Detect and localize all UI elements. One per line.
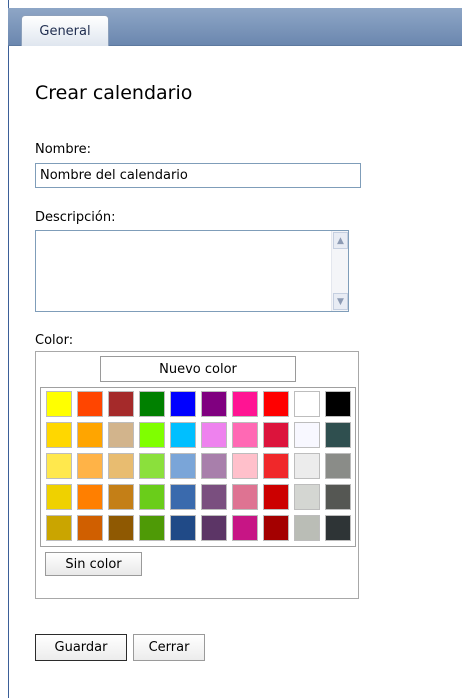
page-title: Crear calendario <box>35 82 193 104</box>
color-swatch[interactable] <box>170 453 196 479</box>
color-swatch[interactable] <box>170 515 196 541</box>
color-swatch[interactable] <box>77 391 103 417</box>
color-swatch[interactable] <box>139 391 165 417</box>
color-swatch[interactable] <box>294 484 320 510</box>
color-swatch[interactable] <box>77 484 103 510</box>
color-swatch[interactable] <box>325 391 351 417</box>
new-color-button[interactable]: Nuevo color <box>100 356 296 382</box>
color-label: Color: <box>35 333 74 348</box>
color-swatch[interactable] <box>325 484 351 510</box>
color-swatch[interactable] <box>294 422 320 448</box>
color-swatch[interactable] <box>139 515 165 541</box>
color-swatch[interactable] <box>201 484 227 510</box>
color-swatch[interactable] <box>170 391 196 417</box>
color-swatch[interactable] <box>201 515 227 541</box>
color-swatch[interactable] <box>139 453 165 479</box>
color-swatch[interactable] <box>108 515 134 541</box>
color-swatch[interactable] <box>232 422 258 448</box>
tab-general[interactable]: General <box>21 15 109 46</box>
color-swatch[interactable] <box>77 515 103 541</box>
color-picker: Nuevo color Sin color <box>35 351 359 599</box>
color-swatch[interactable] <box>139 422 165 448</box>
color-swatch[interactable] <box>294 515 320 541</box>
color-swatch[interactable] <box>325 453 351 479</box>
color-swatch[interactable] <box>201 422 227 448</box>
color-swatch[interactable] <box>325 422 351 448</box>
description-scrollbar[interactable]: ▲ ▼ <box>331 231 348 311</box>
color-swatch[interactable] <box>108 484 134 510</box>
color-swatch[interactable] <box>108 422 134 448</box>
calendar-name-input[interactable] <box>35 163 361 188</box>
description-label: Descripción: <box>35 210 116 225</box>
color-swatch[interactable] <box>108 391 134 417</box>
color-swatch[interactable] <box>263 484 289 510</box>
color-swatch[interactable] <box>201 391 227 417</box>
color-swatch[interactable] <box>201 453 227 479</box>
color-swatch[interactable] <box>139 484 165 510</box>
color-swatch[interactable] <box>108 453 134 479</box>
color-swatch[interactable] <box>232 391 258 417</box>
color-swatch[interactable] <box>77 453 103 479</box>
color-swatch[interactable] <box>46 391 72 417</box>
color-swatch[interactable] <box>232 453 258 479</box>
color-swatch[interactable] <box>46 422 72 448</box>
color-swatch[interactable] <box>46 484 72 510</box>
color-swatch[interactable] <box>170 422 196 448</box>
color-swatch[interactable] <box>77 422 103 448</box>
color-swatch[interactable] <box>46 515 72 541</box>
color-swatch[interactable] <box>294 391 320 417</box>
color-swatch[interactable] <box>263 453 289 479</box>
color-palette <box>40 387 356 547</box>
left-border <box>8 0 9 698</box>
no-color-button[interactable]: Sin color <box>45 552 142 576</box>
color-swatch[interactable] <box>232 484 258 510</box>
color-swatch[interactable] <box>232 515 258 541</box>
scroll-up-icon[interactable]: ▲ <box>333 232 348 249</box>
name-label: Nombre: <box>35 142 92 157</box>
scroll-down-icon[interactable]: ▼ <box>333 293 348 310</box>
color-swatch[interactable] <box>46 453 72 479</box>
close-button[interactable]: Cerrar <box>133 634 205 661</box>
color-swatch[interactable] <box>325 515 351 541</box>
color-swatch[interactable] <box>294 453 320 479</box>
save-button[interactable]: Guardar <box>35 634 127 661</box>
color-swatch[interactable] <box>263 422 289 448</box>
color-swatch[interactable] <box>263 391 289 417</box>
color-swatch[interactable] <box>263 515 289 541</box>
tab-bar: General <box>8 8 462 46</box>
color-swatch[interactable] <box>170 484 196 510</box>
description-textarea[interactable]: ▲ ▼ <box>35 230 349 312</box>
